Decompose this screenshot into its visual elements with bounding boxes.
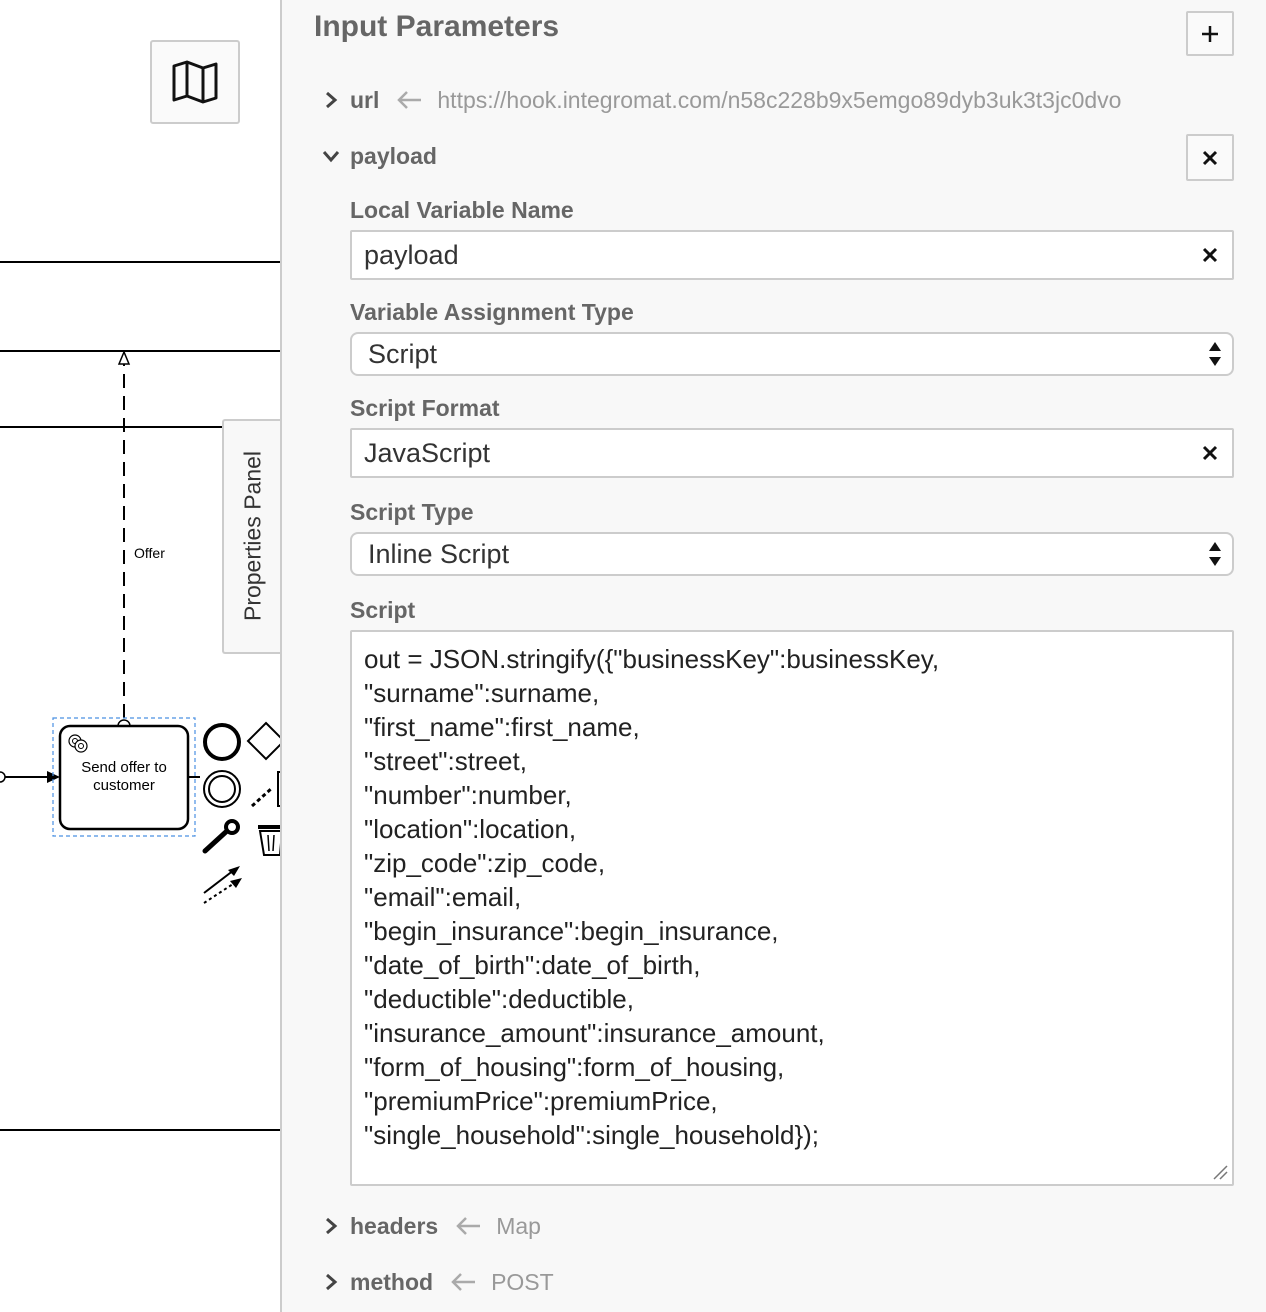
close-icon	[1202, 150, 1218, 165]
minimap-toggle-button[interactable]	[150, 40, 240, 124]
param-value: https://hook.integromat.com/n58c228b9x5e…	[437, 86, 1122, 113]
param-url[interactable]: url https://hook.integromat.com/n58c228b…	[320, 80, 1121, 120]
script-type-select[interactable]: Inline Script	[350, 532, 1234, 576]
param-method[interactable]: method POST	[320, 1262, 554, 1302]
properties-panel-toggle-label[interactable]: Properties Panel	[240, 451, 267, 621]
wrench-icon[interactable]	[202, 819, 240, 854]
section-title: Input Parameters	[314, 10, 560, 43]
plus-icon	[1202, 25, 1218, 42]
message-flow-arrowhead	[117, 350, 131, 365]
text-annotation-icon[interactable]	[250, 771, 282, 808]
param-name: url	[350, 86, 380, 113]
chevron-right-icon[interactable]	[320, 1215, 342, 1237]
chevron-right-icon[interactable]	[320, 89, 342, 111]
intermediate-event-icon[interactable]	[203, 770, 241, 808]
select-arrows-icon	[1209, 342, 1221, 366]
start-event-icon[interactable]	[203, 723, 241, 761]
arrow-left-icon	[451, 1273, 476, 1291]
script-type-label: Script Type	[350, 499, 474, 525]
sequence-flow-source	[0, 771, 6, 783]
param-value: Map	[496, 1212, 541, 1239]
param-name: payload	[350, 142, 437, 169]
arrow-left-icon	[397, 91, 422, 109]
remove-parameter-button[interactable]	[1186, 134, 1234, 181]
param-payload[interactable]: payload	[320, 136, 437, 176]
arrow-left-icon	[456, 1217, 481, 1235]
script-format-input[interactable]: JavaScript	[350, 428, 1234, 478]
clear-icon[interactable]	[1202, 445, 1218, 461]
script-format-value: JavaScript	[364, 437, 491, 468]
script-label: Script	[350, 597, 416, 623]
add-parameter-button[interactable]	[1186, 11, 1234, 56]
properties-panel: Input Parameters url https://hook.integr…	[280, 0, 1266, 1312]
bpmn-diagram[interactable]: Offer Send offer to customer	[0, 0, 282, 1312]
task-label-line1: Send offer to	[81, 759, 167, 776]
bpmn-canvas[interactable]: Offer Send offer to customer	[0, 0, 282, 1312]
assignment-type-value: Script	[368, 338, 438, 369]
local-variable-value: payload	[364, 239, 459, 270]
assignment-type-select[interactable]: Script	[350, 332, 1234, 376]
local-variable-label: Local Variable Name	[350, 197, 574, 223]
param-name: headers	[350, 1212, 439, 1239]
param-name: method	[350, 1268, 434, 1295]
resize-grip-icon[interactable]	[1212, 1164, 1228, 1180]
clear-icon[interactable]	[1202, 247, 1218, 263]
connect-icon[interactable]	[203, 866, 242, 904]
chevron-down-icon[interactable]	[320, 145, 342, 167]
flow-label: Offer	[134, 545, 165, 561]
script-type-value: Inline Script	[368, 538, 510, 569]
map-icon	[172, 60, 218, 104]
param-value: POST	[491, 1268, 554, 1295]
script-textarea[interactable]: out = JSON.stringify({"businessKey":busi…	[350, 630, 1234, 1186]
chevron-right-icon[interactable]	[320, 1271, 342, 1293]
local-variable-input[interactable]: payload	[350, 230, 1234, 280]
select-arrows-icon	[1209, 542, 1221, 566]
gateway-icon[interactable]	[246, 721, 282, 761]
param-headers[interactable]: headers Map	[320, 1206, 541, 1246]
assignment-type-label: Variable Assignment Type	[350, 299, 634, 325]
script-format-label: Script Format	[350, 395, 500, 421]
trash-icon[interactable]	[258, 825, 282, 856]
task-label-line2: customer	[93, 777, 155, 794]
